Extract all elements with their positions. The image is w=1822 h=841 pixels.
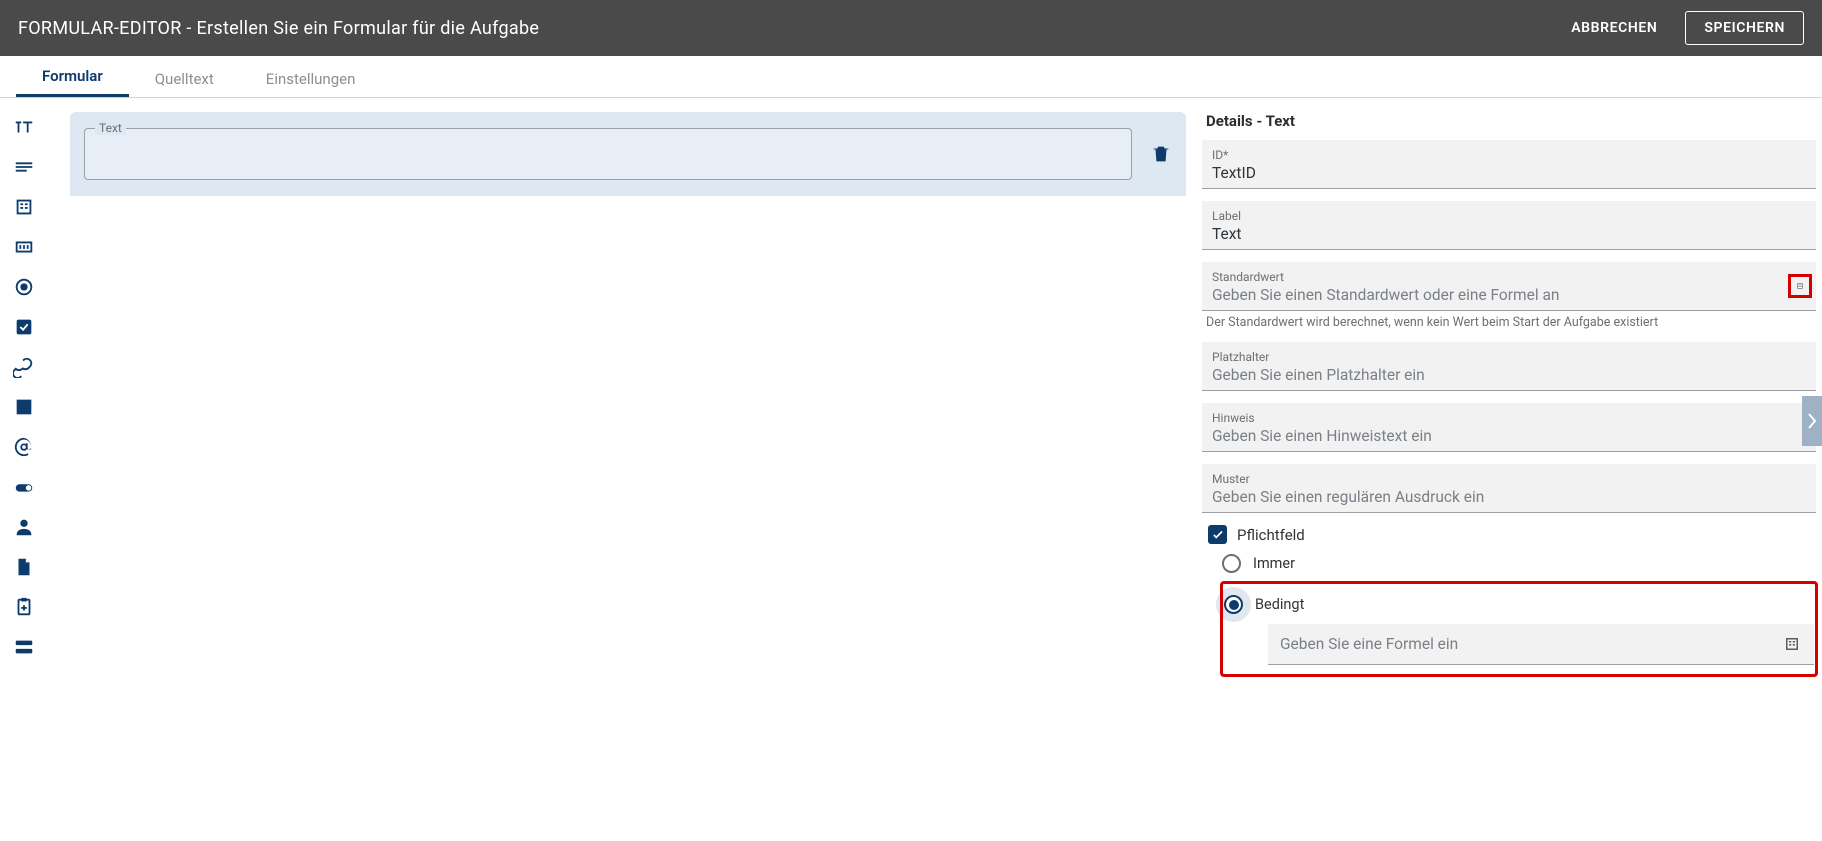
file-icon[interactable] (13, 556, 35, 578)
placeholder-value[interactable]: Geben Sie einen Platzhalter ein (1212, 364, 1806, 386)
person-icon[interactable] (13, 516, 35, 538)
default-placeholder[interactable]: Geben Sie einen Standardwert oder eine F… (1212, 284, 1806, 306)
page-title: FORMULAR-EDITOR - Erstellen Sie ein Form… (18, 18, 539, 39)
text-input-label: Text (95, 121, 126, 135)
required-label: Pflichtfeld (1237, 526, 1305, 544)
placeholder-field[interactable]: Platzhalter Geben Sie einen Platzhalter … (1202, 342, 1816, 391)
trash-icon[interactable] (1150, 143, 1172, 165)
radio-always-row[interactable]: Immer (1222, 554, 1816, 573)
radio-conditional-row[interactable]: Bedingt (1224, 595, 1814, 614)
formula-placeholder: Geben Sie eine Formel ein (1280, 635, 1458, 653)
required-mode-group: Immer Bedingt Geben Sie eine Formel ein (1222, 554, 1816, 675)
email-icon[interactable] (13, 436, 35, 458)
default-value-field[interactable]: Standardwert Geben Sie einen Standardwer… (1202, 262, 1816, 311)
tab-settings[interactable]: Einstellungen (240, 60, 382, 97)
radio-unchecked-icon[interactable] (1222, 554, 1241, 573)
form-canvas-inner[interactable]: Text (70, 112, 1186, 792)
hint-label: Hinweis (1212, 411, 1806, 425)
required-checkbox-row[interactable]: Pflichtfeld (1208, 525, 1816, 544)
tab-form[interactable]: Formular (16, 57, 129, 97)
radio-conditional-label: Bedingt (1255, 596, 1304, 613)
placeholder-label: Platzhalter (1212, 350, 1806, 364)
hint-value[interactable]: Geben Sie einen Hinweistext ein (1212, 425, 1806, 447)
checkbox-checked-icon[interactable] (1208, 525, 1227, 544)
layout-icon[interactable] (13, 636, 35, 658)
pattern-value[interactable]: Geben Sie einen regulären Ausdruck ein (1212, 486, 1806, 508)
form-canvas: Text (48, 98, 1202, 841)
header-actions: ABBRECHEN SPEICHERN (1565, 11, 1804, 45)
save-button[interactable]: SPEICHERN (1685, 11, 1804, 45)
radio-always-label: Immer (1253, 555, 1295, 572)
main-layout: Text Details - Text ID* TextID Label Tex… (0, 98, 1822, 841)
toggle-icon[interactable] (13, 476, 35, 498)
expand-panel-handle[interactable] (1802, 396, 1822, 446)
id-field[interactable]: ID* TextID (1202, 140, 1816, 189)
id-value[interactable]: TextID (1212, 162, 1806, 184)
default-label: Standardwert (1212, 270, 1806, 284)
clipboard-icon[interactable] (13, 596, 35, 618)
app-header: FORMULAR-EDITOR - Erstellen Sie ein Form… (0, 0, 1822, 56)
cancel-button[interactable]: ABBRECHEN (1565, 19, 1663, 37)
default-helper: Der Standardwert wird berechnet, wenn ke… (1206, 315, 1816, 330)
label-field[interactable]: Label Text (1202, 201, 1816, 250)
link-icon[interactable] (13, 356, 35, 378)
radio-checked-icon[interactable] (1224, 595, 1243, 614)
pattern-field[interactable]: Muster Geben Sie einen regulären Ausdruc… (1202, 464, 1816, 513)
text-size-icon[interactable] (13, 116, 35, 138)
tab-source[interactable]: Quelltext (129, 60, 240, 97)
label-value[interactable]: Text (1212, 223, 1806, 245)
pattern-label: Muster (1212, 472, 1806, 486)
form-item-text[interactable]: Text (70, 112, 1186, 196)
conditional-highlight: Bedingt Geben Sie eine Formel ein (1222, 583, 1816, 675)
label-label: Label (1212, 209, 1806, 223)
formula-icon[interactable] (1790, 276, 1810, 296)
paragraph-icon[interactable] (13, 156, 35, 178)
details-heading: Details - Text (1202, 112, 1816, 130)
number-field-icon[interactable] (13, 236, 35, 258)
editor-tabs: Formular Quelltext Einstellungen (0, 56, 1822, 98)
checkbox-icon[interactable] (13, 316, 35, 338)
details-panel: Details - Text ID* TextID Label Text Sta… (1202, 98, 1822, 841)
text-input-preview[interactable]: Text (84, 128, 1132, 180)
conditional-formula-field[interactable]: Geben Sie eine Formel ein (1268, 624, 1814, 665)
calculated-field-icon[interactable] (13, 196, 35, 218)
date-icon[interactable] (13, 396, 35, 418)
id-label: ID* (1212, 148, 1806, 162)
radio-icon[interactable] (13, 276, 35, 298)
hint-field[interactable]: Hinweis Geben Sie einen Hinweistext ein (1202, 403, 1816, 452)
element-palette (0, 98, 48, 841)
formula-icon[interactable] (1782, 634, 1802, 654)
